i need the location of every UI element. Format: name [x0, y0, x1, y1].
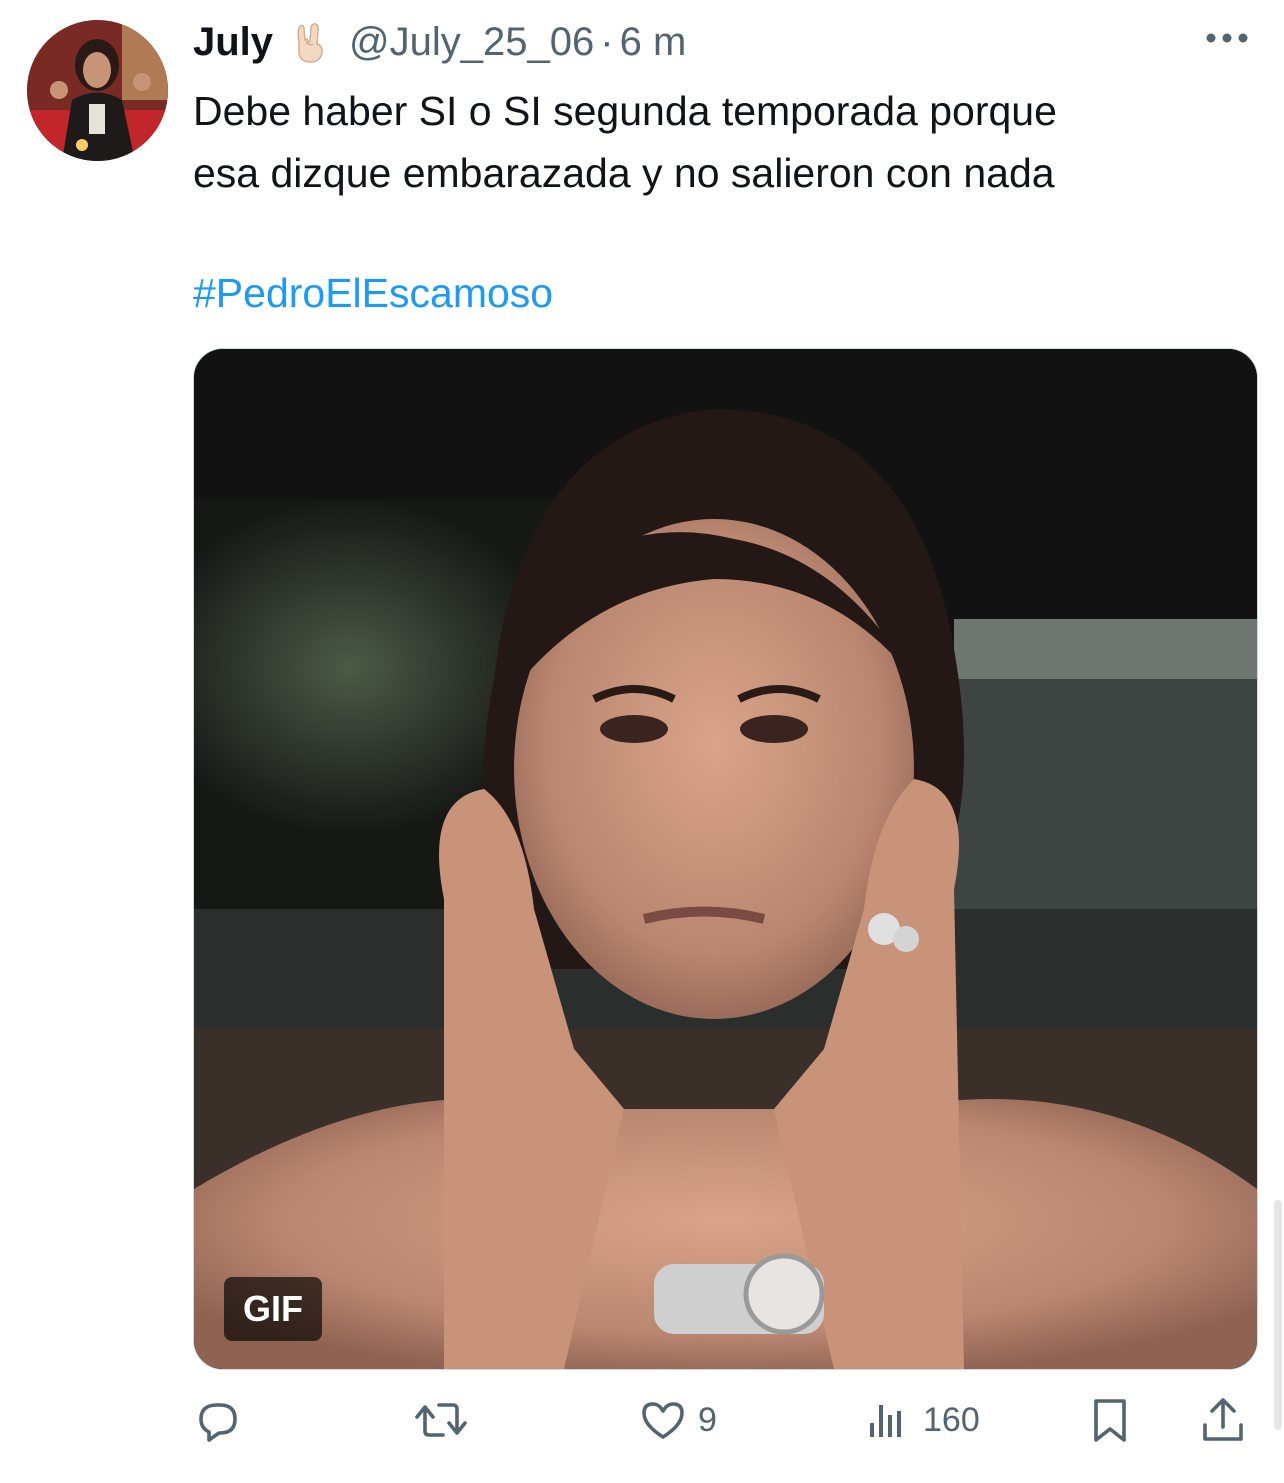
share-button[interactable]	[1198, 1388, 1248, 1452]
more-options-icon[interactable]	[1204, 28, 1250, 48]
author-handle[interactable]: @July_25_06	[349, 20, 594, 65]
avatar-image	[27, 20, 168, 161]
hashtag-link[interactable]: #PedroElEscamoso	[193, 262, 553, 324]
retweet-icon	[413, 1395, 469, 1445]
tweet-media-gif[interactable]: GIF	[193, 348, 1258, 1370]
gif-frame-image	[194, 349, 1257, 1369]
bookmark-button[interactable]	[1085, 1388, 1135, 1452]
bookmark-icon	[1085, 1395, 1135, 1445]
like-button[interactable]: 9	[638, 1388, 717, 1452]
like-count: 9	[698, 1400, 717, 1439]
views-count: 160	[923, 1400, 980, 1439]
author-display-name[interactable]: July	[193, 20, 273, 65]
avatar[interactable]	[27, 20, 168, 161]
reply-icon	[193, 1395, 243, 1445]
views-chart-icon	[863, 1395, 913, 1445]
tweet-actions-bar: 9 160	[193, 1388, 1253, 1452]
rock-hand-emoji-icon	[289, 20, 333, 64]
scrollbar[interactable]	[1274, 1200, 1282, 1430]
tweet-text: Debe haber SI o SI segunda temporada por…	[193, 88, 1057, 196]
gif-badge: GIF	[224, 1277, 322, 1341]
header-separator: ·	[600, 19, 614, 64]
heart-icon	[638, 1395, 688, 1445]
retweet-button[interactable]	[413, 1388, 479, 1452]
tweet-timestamp[interactable]: 6 m	[620, 20, 687, 65]
views-button[interactable]: 160	[863, 1388, 980, 1452]
tweet-header: July @July_25_06 · 6 m	[193, 14, 686, 70]
share-icon	[1198, 1395, 1248, 1445]
reply-button[interactable]	[193, 1388, 253, 1452]
